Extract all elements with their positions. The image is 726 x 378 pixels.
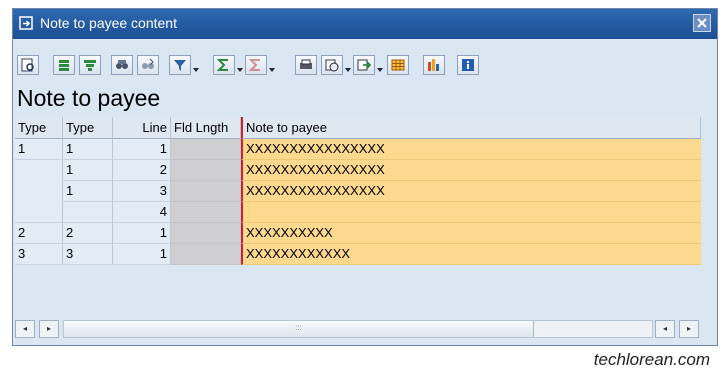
window-icon bbox=[19, 16, 34, 31]
view-icon bbox=[325, 59, 339, 72]
table-cell-line[interactable]: 1 bbox=[113, 223, 171, 244]
find-next-icon bbox=[142, 58, 154, 69]
sum-icon bbox=[217, 59, 228, 71]
find-button[interactable] bbox=[111, 55, 133, 75]
scroll-right-button[interactable]: ▸ bbox=[39, 320, 59, 338]
table-cell-line[interactable]: 3 bbox=[113, 181, 171, 202]
sort-ascending-icon bbox=[59, 60, 69, 71]
scroll-right-end-button[interactable]: ▸ bbox=[679, 320, 699, 338]
print-preview-icon bbox=[300, 59, 312, 69]
details-button[interactable] bbox=[17, 55, 39, 75]
table-cell-note[interactable] bbox=[241, 202, 701, 223]
column-header-line[interactable]: Line bbox=[113, 117, 171, 139]
close-icon bbox=[697, 18, 707, 28]
table-cell-type[interactable]: 3 bbox=[15, 244, 63, 265]
dialog-window: Note to payee content Note to payee Type… bbox=[12, 8, 718, 346]
scroll-left-button[interactable]: ◂ bbox=[15, 320, 35, 338]
horizontal-scrollbar[interactable]: ◂ ▸ ::: ◂ ▸ bbox=[15, 320, 699, 338]
toolbar bbox=[13, 52, 717, 80]
scrollbar-thumb[interactable]: ::: bbox=[64, 321, 534, 337]
subtotal-icon bbox=[249, 59, 260, 71]
subtotal-dropdown-icon[interactable] bbox=[269, 63, 275, 75]
find-icon bbox=[116, 60, 128, 69]
find-next-button[interactable] bbox=[137, 55, 159, 75]
table-cell-fld-lngth[interactable] bbox=[171, 244, 241, 265]
column-header-type[interactable]: Type bbox=[15, 117, 63, 139]
table-cell-note[interactable]: XXXXXXXXXXXXXXXX bbox=[241, 181, 701, 202]
view-dropdown-icon[interactable] bbox=[345, 63, 351, 75]
scrollbar-track[interactable]: ::: bbox=[63, 320, 653, 338]
column-header-fld-lngth[interactable]: Fld Lngth bbox=[171, 117, 241, 139]
layout-button[interactable] bbox=[387, 55, 409, 75]
table-cell-type-2[interactable]: 1 bbox=[63, 139, 113, 160]
table-cell-fld-lngth[interactable] bbox=[171, 139, 241, 160]
table-cell-fld-lngth[interactable] bbox=[171, 160, 241, 181]
filter-dropdown-icon[interactable] bbox=[193, 63, 199, 75]
table-cell-type-2[interactable]: 3 bbox=[63, 244, 113, 265]
details-icon bbox=[21, 58, 34, 72]
table-cell-note[interactable]: XXXXXXXXXXXX bbox=[241, 244, 701, 265]
information-icon bbox=[462, 59, 474, 71]
table-cell-type-2[interactable] bbox=[63, 202, 113, 223]
table-cell-note[interactable]: XXXXXXXXXX bbox=[241, 223, 701, 244]
table-cell-type[interactable]: 1 bbox=[15, 139, 63, 160]
title-bar: Note to payee content bbox=[13, 9, 717, 39]
table-cell-type-2[interactable]: 1 bbox=[63, 181, 113, 202]
sort-descending-button[interactable] bbox=[79, 55, 101, 75]
table-cell-fld-lngth[interactable] bbox=[171, 202, 241, 223]
table-cell-fld-lngth[interactable] bbox=[171, 223, 241, 244]
results-table: Type Type Line Fld Lngth Note to payee 1… bbox=[15, 117, 703, 269]
close-button[interactable] bbox=[693, 14, 711, 32]
table-cell-note[interactable]: XXXXXXXXXXXXXXXX bbox=[241, 160, 701, 181]
table-cell-type-2[interactable]: 1 bbox=[63, 160, 113, 181]
export-dropdown-icon[interactable] bbox=[377, 63, 383, 75]
table-cell-type-2[interactable]: 2 bbox=[63, 223, 113, 244]
sort-ascending-button[interactable] bbox=[53, 55, 75, 75]
table-cell-type[interactable] bbox=[15, 202, 63, 223]
sum-button[interactable] bbox=[213, 55, 235, 75]
filter-button[interactable] bbox=[169, 55, 191, 75]
subtotal-button[interactable] bbox=[245, 55, 267, 75]
page-title: Note to payee bbox=[17, 85, 161, 111]
table-cell-type[interactable] bbox=[15, 181, 63, 202]
view-button[interactable] bbox=[321, 55, 343, 75]
watermark-text: techlorean.com bbox=[593, 350, 710, 369]
column-header-type-2[interactable]: Type bbox=[63, 117, 113, 139]
column-header-note-to-payee[interactable]: Note to payee bbox=[241, 117, 701, 139]
layout-icon bbox=[391, 59, 405, 71]
graphic-icon bbox=[428, 59, 439, 71]
table-cell-line[interactable]: 2 bbox=[113, 160, 171, 181]
scroll-left-end-button[interactable]: ◂ bbox=[655, 320, 675, 338]
sum-dropdown-icon[interactable] bbox=[237, 63, 243, 75]
sort-descending-icon bbox=[84, 60, 96, 71]
export-icon bbox=[357, 59, 371, 71]
table-cell-fld-lngth[interactable] bbox=[171, 181, 241, 202]
window-title: Note to payee content bbox=[40, 15, 177, 31]
filter-icon bbox=[174, 60, 186, 71]
table-cell-line[interactable]: 1 bbox=[113, 139, 171, 160]
export-button[interactable] bbox=[353, 55, 375, 75]
table-cell-type[interactable] bbox=[15, 160, 63, 181]
print-preview-button[interactable] bbox=[295, 55, 317, 75]
table-cell-type[interactable]: 2 bbox=[15, 223, 63, 244]
table-cell-line[interactable]: 4 bbox=[113, 202, 171, 223]
table-cell-note[interactable]: XXXXXXXXXXXXXXXX bbox=[241, 139, 701, 160]
table-cell-line[interactable]: 1 bbox=[113, 244, 171, 265]
graphic-button[interactable] bbox=[423, 55, 445, 75]
information-button[interactable] bbox=[457, 55, 479, 75]
